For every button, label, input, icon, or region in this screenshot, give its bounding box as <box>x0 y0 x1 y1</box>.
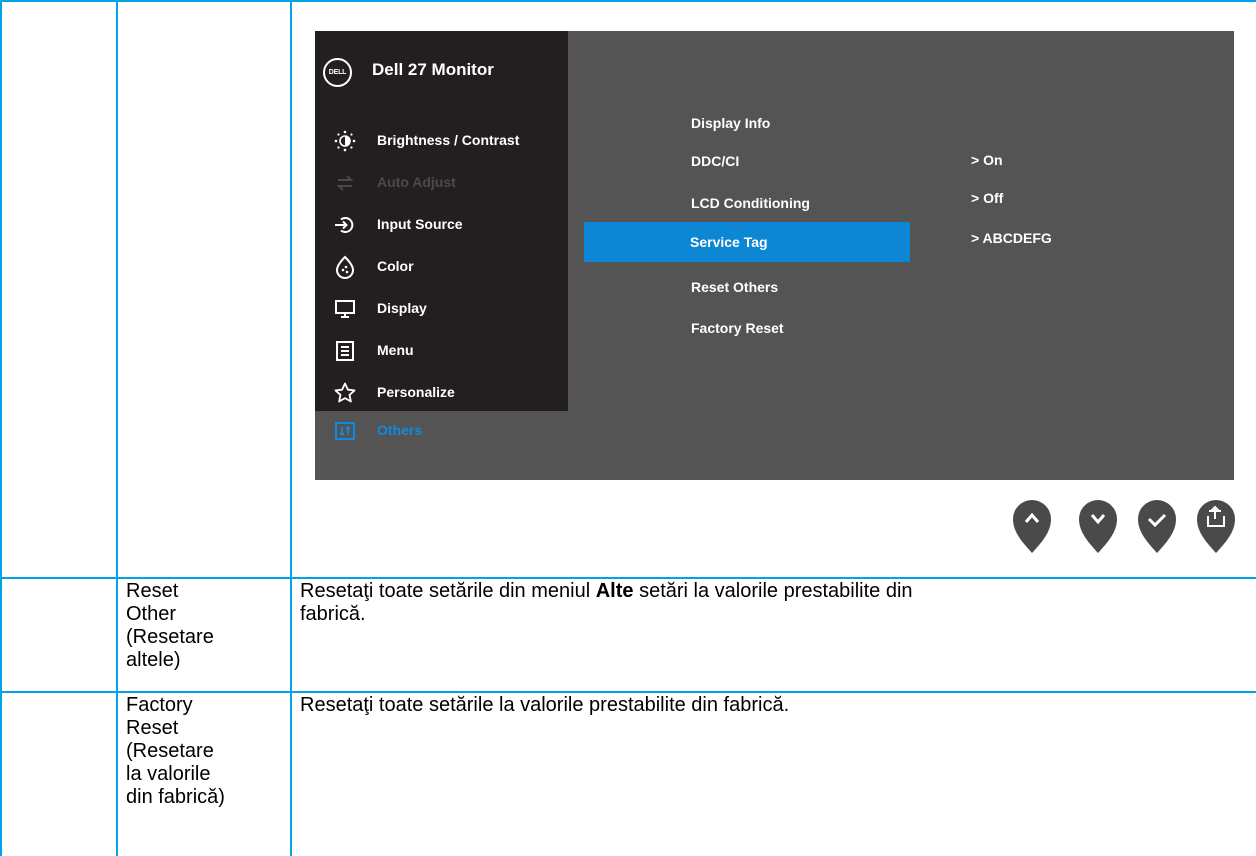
submenu-ddc-ci[interactable]: DDC/CI <box>584 141 910 181</box>
brightness-icon <box>334 130 356 152</box>
submenu-factory-reset[interactable]: Factory Reset <box>584 308 910 348</box>
dell-logo: DELL <box>323 58 352 87</box>
back-icon[interactable] <box>1196 498 1236 554</box>
table-border-col2 <box>290 0 292 856</box>
up-arrow-icon[interactable] <box>1012 498 1052 554</box>
desc-bold: Alte <box>595 580 634 602</box>
menu-item-label: Brightness / Contrast <box>377 132 520 148</box>
submenu-lcd-conditioning[interactable]: LCD Conditioning <box>584 183 910 223</box>
desc-text: Resetaţi toate setările la valorile pres… <box>300 694 790 716</box>
input-source-icon <box>335 217 354 233</box>
menu-item-auto-adjust: Auto Adjust <box>315 162 568 204</box>
row-factory-reset-description: Resetaţi toate setările la valorile pres… <box>300 694 1240 717</box>
color-icon <box>335 255 355 279</box>
name-line: Factory <box>126 694 193 716</box>
menu-item-label: Display <box>377 300 427 316</box>
submenu-reset-others[interactable]: Reset Others <box>584 267 910 307</box>
menu-item-label: Auto Adjust <box>377 174 456 190</box>
submenu-label: Reset Others <box>691 279 779 295</box>
check-icon[interactable] <box>1137 498 1177 554</box>
row-reset-other-name: Reset Other (Resetare altele) <box>126 580 214 672</box>
menu-item-input-source[interactable]: Input Source <box>315 204 568 246</box>
menu-item-personalize[interactable]: Personalize <box>315 372 568 414</box>
value-service-tag: > ABCDEFG <box>971 230 1052 246</box>
submenu-label: DDC/CI <box>691 153 740 169</box>
submenu-service-tag[interactable]: Service Tag <box>584 222 910 262</box>
star-icon <box>334 382 356 403</box>
desc-text: fabrică. <box>300 603 366 625</box>
name-line: Other <box>126 603 177 625</box>
table-border-row2 <box>0 691 1256 693</box>
value-lcd-conditioning: > Off <box>971 190 1004 206</box>
osd-title: Dell 27 Monitor <box>372 60 494 79</box>
name-line: (Resetare <box>126 626 214 648</box>
menu-item-label: Personalize <box>377 384 455 400</box>
menu-item-label: Menu <box>377 342 414 358</box>
value-ddc-ci: > On <box>971 152 1003 168</box>
menu-item-display[interactable]: Display <box>315 288 568 330</box>
menu-item-color[interactable]: Color <box>315 246 568 288</box>
desc-text: setări la valorile prestabilite din <box>633 580 913 602</box>
submenu-label: LCD Conditioning <box>691 195 810 211</box>
table-border-top <box>0 0 1256 2</box>
menu-item-brightness-contrast[interactable]: Brightness / Contrast <box>315 120 568 162</box>
menu-icon <box>336 341 354 361</box>
row-reset-other-description: Resetaţi toate setările din meniul Alte … <box>300 580 1240 626</box>
menu-item-label: Color <box>377 258 414 274</box>
row-factory-reset-name: Factory Reset (Resetare la valorile din … <box>126 694 225 809</box>
osd-sidebar-footer <box>315 451 568 480</box>
menu-item-label: Input Source <box>377 216 463 232</box>
desc-text: Resetaţi toate setările din meniul <box>300 580 596 602</box>
auto-adjust-icon <box>336 175 354 191</box>
submenu-label: Display Info <box>691 115 771 131</box>
submenu-display-info[interactable]: Display Info <box>584 103 910 143</box>
submenu-label: Service Tag <box>690 234 768 250</box>
name-line: altele) <box>126 649 181 671</box>
menu-item-others[interactable]: Others <box>315 411 568 451</box>
others-icon <box>335 422 355 440</box>
osd-menu-screenshot: DELL Dell 27 Monitor Brightness / Contra… <box>315 31 1234 480</box>
table-border-left <box>0 0 2 856</box>
name-line: din fabrică) <box>126 786 225 808</box>
table-border-col1 <box>116 0 118 856</box>
menu-item-menu[interactable]: Menu <box>315 330 568 372</box>
name-line: Reset <box>126 717 179 739</box>
name-line: Reset <box>126 580 179 602</box>
down-arrow-icon[interactable] <box>1078 498 1118 554</box>
name-line: (Resetare <box>126 740 214 762</box>
menu-item-label: Others <box>377 422 423 438</box>
display-icon <box>335 300 355 318</box>
name-line: la valorile <box>126 763 211 785</box>
table-border-row1 <box>0 577 1256 579</box>
submenu-label: Factory Reset <box>691 320 784 336</box>
